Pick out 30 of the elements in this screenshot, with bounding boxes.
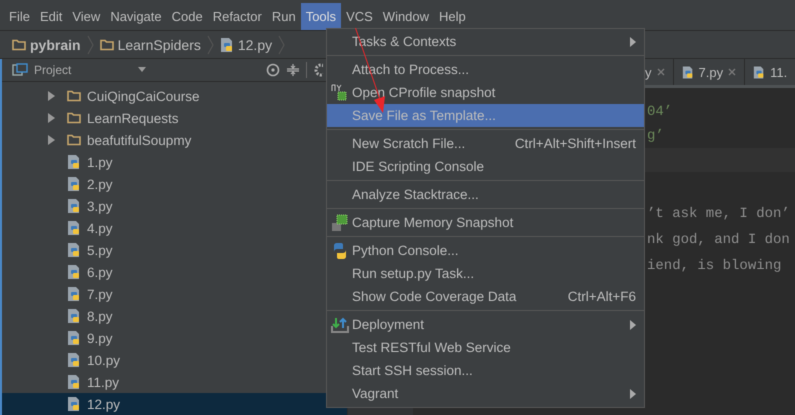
panel-title: Project (34, 63, 72, 77)
menu-item[interactable]: Navigate (105, 3, 167, 30)
breadcrumb-item[interactable]: pybrain (30, 36, 81, 52)
code-line: 04’ (647, 103, 674, 122)
menu-item[interactable]: File (4, 3, 35, 30)
menu-item[interactable]: Capture Memory Snapshot (327, 211, 644, 234)
editor-tab[interactable]: 7.py (674, 59, 746, 85)
menu-item[interactable]: Help (434, 3, 471, 30)
tree-item[interactable]: CuiQingCaiCourse (2, 85, 347, 107)
menu-item[interactable]: Run (266, 3, 301, 30)
tree-item[interactable]: 12.py (2, 393, 347, 415)
breadcrumb-item[interactable]: 12.py (238, 36, 272, 52)
code-line: ’t ask me, I don’ (647, 205, 791, 224)
shortcut-label: Ctrl+Alt+F6 (568, 289, 636, 304)
menu-item[interactable]: View (67, 3, 106, 30)
shortcut-label: Ctrl+Alt+Shift+Insert (514, 136, 636, 151)
editor-tab[interactable]: 11. (745, 59, 795, 85)
menu-item[interactable]: Deployment (327, 313, 644, 336)
menu-item[interactable]: Edit (34, 3, 68, 30)
menu-item[interactable]: Python Console... (327, 239, 644, 262)
breadcrumb-item[interactable]: LearnSpiders (118, 36, 201, 52)
menu-item[interactable]: Refactor (208, 3, 267, 30)
menu-item[interactable]: Analyze Stacktrace... (327, 183, 644, 206)
menu-item[interactable]: Tools (300, 3, 342, 30)
code-line: g’ (647, 127, 665, 146)
menu-item[interactable]: Code (166, 3, 208, 30)
menu-item[interactable]: Window (378, 3, 434, 30)
code-line: iend, is blowing (647, 257, 782, 276)
code-line: nk god, and I don (647, 231, 791, 250)
menu-item[interactable]: VCS (341, 3, 378, 30)
